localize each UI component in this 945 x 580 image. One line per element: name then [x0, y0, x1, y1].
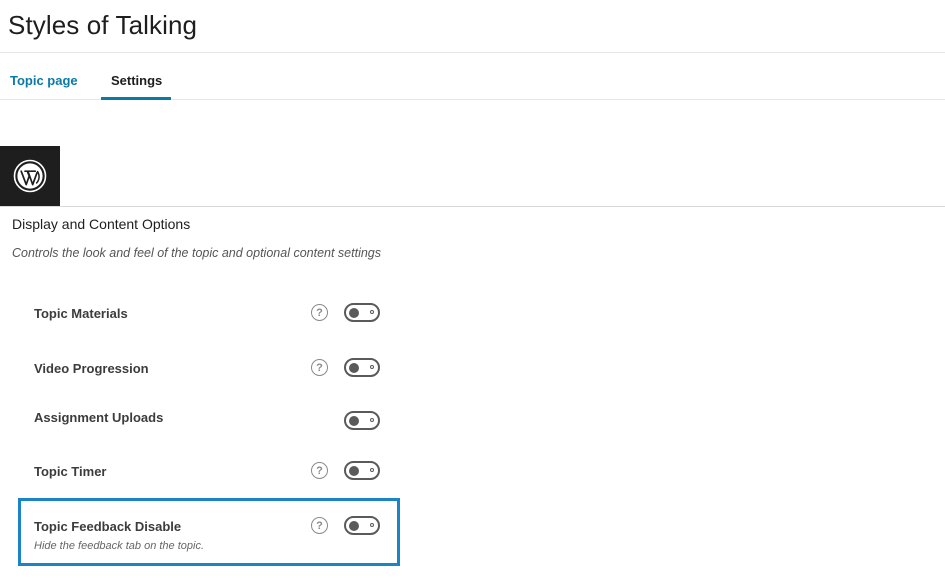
setting-description: Hide the feedback tab on the topic. — [34, 540, 205, 552]
setting-row-assignment-uploads: Assignment Uploads — [0, 408, 945, 432]
toggle-off-indicator — [370, 364, 374, 369]
wordpress-logo-icon — [13, 159, 47, 193]
tab-topic-page[interactable]: Topic page — [10, 73, 78, 88]
tab-bar: Topic page Settings — [0, 53, 945, 100]
setting-label: Topic Timer — [34, 464, 107, 479]
video-progression-toggle[interactable] — [344, 358, 380, 377]
section-divider — [0, 206, 945, 207]
title-bar: Styles of Talking — [0, 0, 945, 53]
toggle-off-indicator — [370, 309, 374, 314]
setting-row-topic-materials: Topic Materials ? — [0, 302, 945, 326]
toggle-knob — [349, 415, 359, 426]
setting-row-topic-feedback-disable: Topic Feedback Disable ? — [0, 515, 945, 539]
setting-row-topic-timer: Topic Timer ? — [0, 460, 945, 484]
help-icon[interactable]: ? — [311, 304, 328, 321]
toggle-off-indicator — [370, 522, 374, 527]
topic-feedback-disable-toggle[interactable] — [344, 516, 380, 535]
tab-settings[interactable]: Settings — [111, 73, 162, 88]
setting-label: Topic Feedback Disable — [34, 519, 182, 534]
toggle-knob — [349, 362, 359, 373]
active-tab-indicator — [101, 97, 171, 100]
topic-materials-toggle[interactable] — [344, 303, 380, 322]
toggle-knob — [349, 520, 359, 531]
topic-timer-toggle[interactable] — [344, 461, 380, 480]
setting-label: Assignment Uploads — [34, 410, 164, 425]
toggle-off-indicator — [370, 417, 374, 422]
setting-row-video-progression: Video Progression ? — [0, 357, 945, 381]
wordpress-logo[interactable] — [0, 146, 60, 206]
toggle-knob — [349, 465, 359, 476]
setting-label: Topic Materials — [34, 306, 128, 321]
section-title: Display and Content Options — [12, 216, 191, 232]
assignment-uploads-toggle[interactable] — [344, 411, 380, 430]
help-icon[interactable]: ? — [311, 359, 328, 376]
toggle-knob — [349, 307, 359, 318]
page-title: Styles of Talking — [8, 10, 198, 40]
settings-page: Styles of Talking Topic page Settings Di… — [0, 0, 945, 580]
setting-label: Video Progression — [34, 361, 149, 376]
help-icon[interactable]: ? — [311, 462, 328, 479]
toggle-off-indicator — [370, 467, 374, 472]
help-icon[interactable]: ? — [311, 517, 328, 534]
section-description: Controls the look and feel of the topic … — [12, 246, 381, 260]
